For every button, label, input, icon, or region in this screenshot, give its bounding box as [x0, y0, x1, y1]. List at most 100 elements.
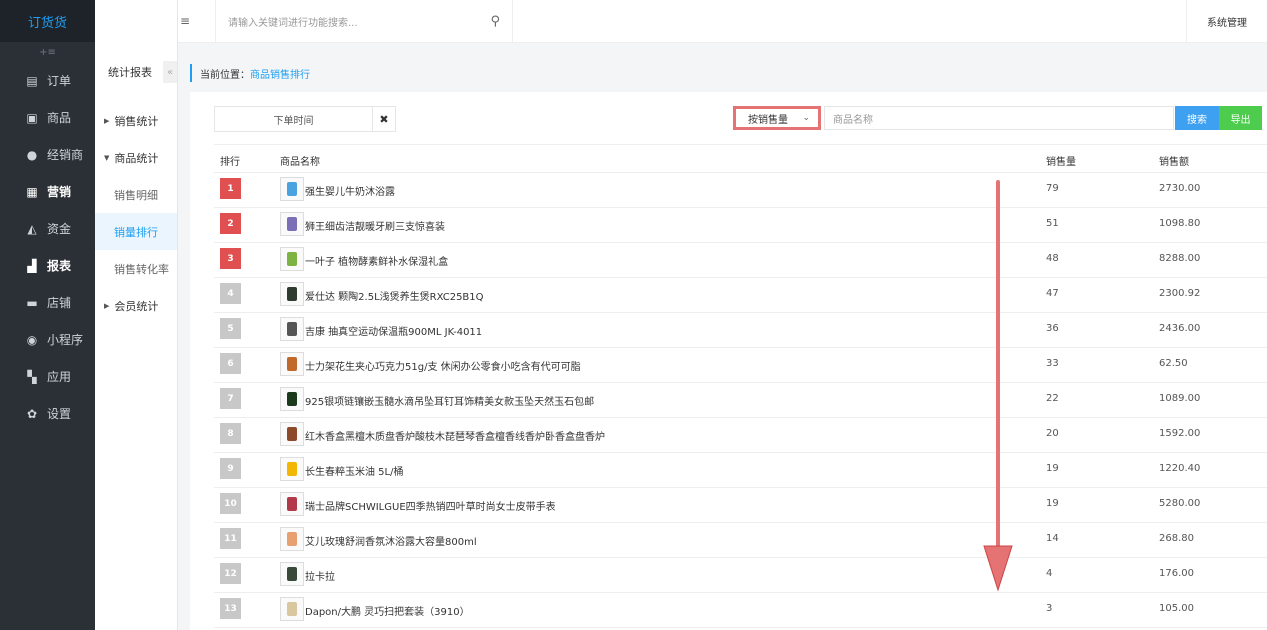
product-thumbnail[interactable]	[280, 282, 304, 306]
image-icon: ▣	[26, 110, 38, 125]
subnav-title-label: 统计报表	[108, 66, 152, 79]
product-thumbnail[interactable]	[280, 422, 304, 446]
product-thumbnail[interactable]	[280, 457, 304, 481]
search-input[interactable]: 请输入关键词进行功能搜索...	[228, 14, 490, 29]
table-row[interactable]: 9 长生春粹玉米油 5L/桶 19 1220.40	[214, 452, 1267, 488]
breadcrumb-prefix: 当前位置：	[200, 69, 250, 81]
product-name[interactable]: 一叶子 植物酵素鲜补水保湿礼盒	[305, 253, 448, 268]
sidebar-item-label: 店铺	[47, 296, 72, 310]
function-search-box[interactable]: 请输入关键词进行功能搜索... ⚲	[215, 0, 513, 42]
gear-icon: ✿	[26, 406, 38, 421]
rank-badge: 10	[220, 493, 241, 514]
table-row[interactable]: 13 Dapon/大鹏 灵巧扫把套装（3910） 3 105.00	[214, 592, 1267, 628]
product-name[interactable]: 拉卡拉	[305, 568, 335, 583]
sidebar-item-2[interactable]: ● 经销商	[0, 136, 95, 173]
subnav-item-goods-stats[interactable]: ▼ 商品统计	[95, 139, 177, 176]
sidebar-item-label: 报表	[47, 259, 72, 273]
sales-quantity: 14	[1046, 533, 1059, 544]
fold-subnav-icon[interactable]: «	[163, 61, 177, 83]
product-name[interactable]: 狮王细齿洁靓暖牙刷三支惊喜装	[305, 218, 445, 233]
sales-quantity: 19	[1046, 498, 1059, 509]
table-row[interactable]: 10 瑞士品牌SCHWILGUE四季热销四叶草时尚女士皮带手表 19 5280.00	[214, 487, 1267, 523]
product-thumbnail[interactable]	[280, 247, 304, 271]
apps-icon: ▚	[27, 369, 37, 384]
sidebar-item-5[interactable]: ▟ 报表	[0, 247, 95, 284]
subnav-title: 统计报表 «	[95, 42, 177, 102]
app-logo[interactable]: 订货货	[0, 0, 95, 42]
product-thumbnail[interactable]	[280, 597, 304, 621]
product-thumbnail[interactable]	[280, 317, 304, 341]
sidebar-item-4[interactable]: ◭ 资金	[0, 210, 95, 247]
product-name[interactable]: Dapon/大鹏 灵巧扫把套装（3910）	[305, 603, 470, 618]
table-row[interactable]: 2 狮王细齿洁靓暖牙刷三支惊喜装 51 1098.80	[214, 207, 1267, 243]
sidebar-item-1[interactable]: ▣ 商品	[0, 99, 95, 136]
sales-quantity: 48	[1046, 253, 1059, 264]
product-name[interactable]: 长生春粹玉米油 5L/桶	[305, 463, 403, 478]
header-qty[interactable]: 销售量	[1046, 153, 1076, 168]
rank-badge: 11	[220, 528, 241, 549]
table-row[interactable]: 4 爱仕达 颗陶2.5L浅煲养生煲RXC25B1Q 47 2300.92	[214, 277, 1267, 313]
sidebar-item-label: 小程序	[47, 333, 84, 347]
product-name[interactable]: 爱仕达 颗陶2.5L浅煲养生煲RXC25B1Q	[305, 288, 484, 303]
product-thumbnail[interactable]	[280, 527, 304, 551]
product-name[interactable]: 士力架花生夹心巧克力51g/支 休闲办公零食小吃含有代可可脂	[305, 358, 581, 373]
document-icon: ▤	[26, 73, 38, 88]
sales-amount: 62.50	[1159, 358, 1188, 369]
table-row[interactable]: 6 士力架花生夹心巧克力51g/支 休闲办公零食小吃含有代可可脂 33 62.50	[214, 347, 1267, 383]
product-name[interactable]: 艾儿玫瑰舒润香氛沐浴露大容量800ml	[305, 533, 477, 548]
subnav-item-label: 销售统计	[114, 114, 159, 128]
product-thumbnail[interactable]	[280, 352, 304, 376]
subnav-item-label: 会员统计	[114, 299, 159, 313]
header-amount[interactable]: 销售额	[1159, 153, 1189, 168]
product-thumbnail[interactable]	[280, 562, 304, 586]
mini-program-icon: ◉	[26, 332, 38, 347]
sidebar-item-6[interactable]: ▬ 店铺	[0, 284, 95, 321]
sidebar-item-9[interactable]: ✿ 设置	[0, 395, 95, 432]
search-icon[interactable]: ⚲	[490, 14, 500, 29]
product-thumbnail[interactable]	[280, 387, 304, 411]
gift-icon: ▦	[26, 184, 38, 199]
table-row[interactable]: 11 艾儿玫瑰舒润香氛沐浴露大容量800ml 14 268.80	[214, 522, 1267, 558]
sales-amount: 1592.00	[1159, 428, 1201, 439]
product-name[interactable]: 红木香盒黑檀木质盘香炉酸枝木琵琶琴香盒檀香线香炉卧香盒盘香炉	[305, 428, 605, 443]
sidebar-item-0[interactable]: ▤ 订单	[0, 62, 95, 99]
product-name[interactable]: 瑞士品牌SCHWILGUE四季热销四叶草时尚女士皮带手表	[305, 498, 556, 513]
sort-select[interactable]: 按销售量 ⌄	[733, 106, 821, 130]
sales-amount: 176.00	[1159, 568, 1194, 579]
breadcrumb-current[interactable]: 商品销售排行	[250, 66, 310, 81]
search-button[interactable]: 搜索	[1175, 106, 1219, 130]
sidebar-item-3[interactable]: ▦ 营销	[0, 173, 95, 210]
subnav-item-member-stats[interactable]: ▶ 会员统计	[95, 287, 177, 324]
sidebar-item-label: 营销	[47, 185, 72, 199]
product-thumbnail[interactable]	[280, 212, 304, 236]
table-row[interactable]: 1 强生婴儿牛奶沐浴露 79 2730.00	[214, 172, 1267, 208]
sidebar-collapse-icon[interactable]: +≡	[0, 42, 95, 62]
product-name[interactable]: 925银项链镶嵌玉髓水滴吊坠耳钉耳饰精美女款玉坠天然玉石包邮	[305, 393, 594, 408]
sales-quantity: 79	[1046, 183, 1059, 194]
product-name[interactable]: 强生婴儿牛奶沐浴露	[305, 183, 395, 198]
table-row[interactable]: 3 一叶子 植物酵素鲜补水保湿礼盒 48 8288.00	[214, 242, 1267, 278]
subnav-item-sales-detail[interactable]: 销售明细	[95, 176, 177, 213]
caret-right-icon: ▶	[104, 301, 110, 310]
export-button[interactable]: 导出	[1219, 106, 1262, 130]
system-management-button[interactable]: 系统管理	[1186, 0, 1267, 42]
table-row[interactable]: 8 红木香盒黑檀木质盘香炉酸枝木琵琶琴香盒檀香线香炉卧香盒盘香炉 20 1592.00	[214, 417, 1267, 453]
subnav-item-sales-ranking[interactable]: 销量排行	[95, 213, 177, 250]
table-row[interactable]: 5 吉康 抽真空运动保温瓶900ML JK-4011 36 2436.00	[214, 312, 1267, 348]
product-name[interactable]: 吉康 抽真空运动保温瓶900ML JK-4011	[305, 323, 482, 338]
order-date-label[interactable]: 下单时间	[215, 112, 372, 127]
subnav-item-sales-stats[interactable]: ▶ 销售统计	[95, 102, 177, 139]
sidebar-item-label: 订单	[47, 74, 72, 88]
sidebar-item-7[interactable]: ◉ 小程序	[0, 321, 95, 358]
product-thumbnail[interactable]	[280, 492, 304, 516]
sidebar-item-8[interactable]: ▚ 应用	[0, 358, 95, 395]
sales-quantity: 20	[1046, 428, 1059, 439]
sales-amount: 8288.00	[1159, 253, 1201, 264]
order-date-filter[interactable]: 下单时间 ✖	[214, 106, 396, 132]
subnav-item-conversion-rate[interactable]: 销售转化率	[95, 250, 177, 287]
product-thumbnail[interactable]	[280, 177, 304, 201]
table-row[interactable]: 7 925银项链镶嵌玉髓水滴吊坠耳钉耳饰精美女款玉坠天然玉石包邮 22 1089.00	[214, 382, 1267, 418]
table-row[interactable]: 12 拉卡拉 4 176.00	[214, 557, 1267, 593]
product-name-input[interactable]: 商品名称	[824, 106, 1174, 130]
clear-icon[interactable]: ✖	[372, 107, 395, 131]
